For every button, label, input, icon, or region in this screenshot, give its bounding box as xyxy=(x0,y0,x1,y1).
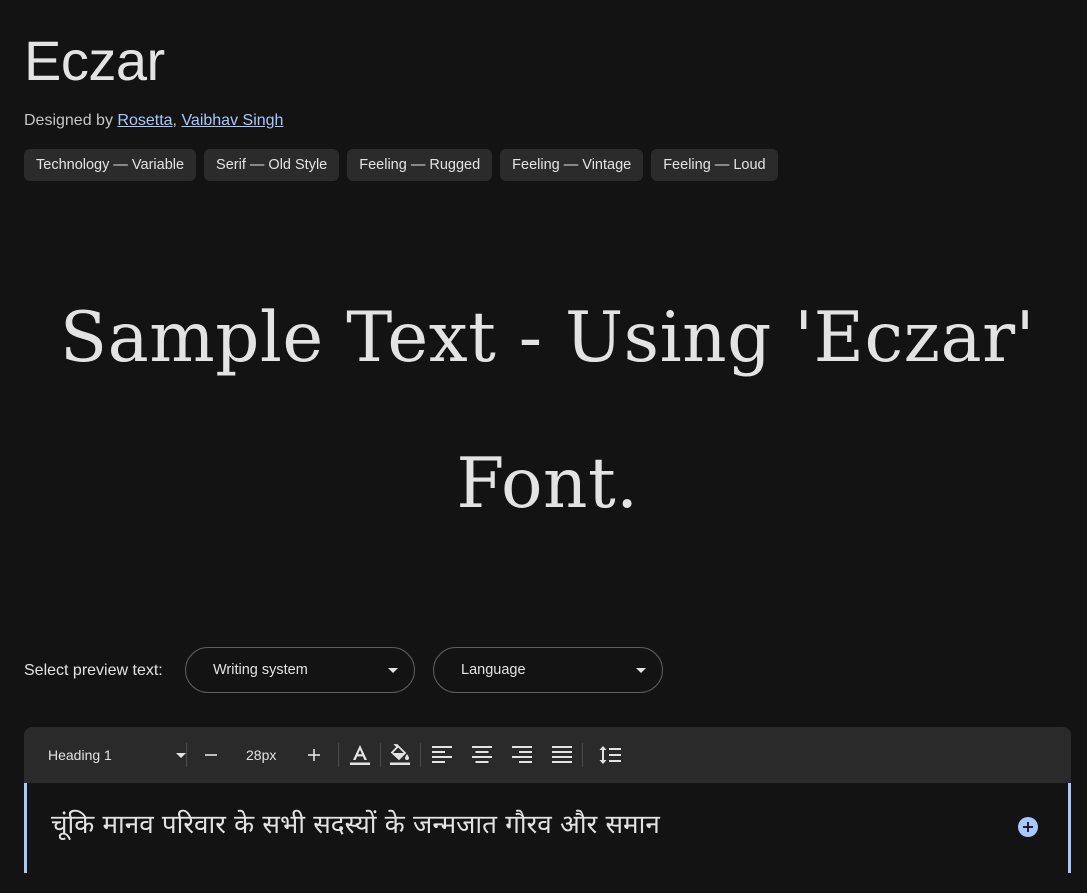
chevron-down-icon xyxy=(176,753,186,758)
toolbar-divider xyxy=(582,743,583,767)
font-size-value[interactable]: 28px xyxy=(246,745,276,765)
writing-system-select[interactable]: Writing system xyxy=(185,647,415,693)
sample-text-preview: Sample Text - Using 'Eczar' Font. xyxy=(59,298,1036,524)
designer-link-rosetta[interactable]: Rosetta xyxy=(117,112,172,129)
preview-text-editor[interactable]: चूंकि मानव परिवार के सभी सदस्यों के जन्म… xyxy=(24,783,1071,873)
toolbar-divider xyxy=(380,743,381,767)
add-preview-button[interactable] xyxy=(1018,817,1038,837)
designed-by-label: Designed by xyxy=(24,112,113,129)
plus-icon xyxy=(308,749,320,761)
align-center-icon xyxy=(472,746,492,763)
tag-technology-variable[interactable]: Technology — Variable xyxy=(24,149,197,181)
text-color-button[interactable] xyxy=(344,739,376,771)
minus-icon xyxy=(205,754,217,756)
increase-size-button[interactable] xyxy=(298,739,330,771)
tag-serif-old-style[interactable]: Serif — Old Style xyxy=(204,149,340,181)
toolbar-divider xyxy=(186,743,187,767)
plus-icon xyxy=(1023,822,1033,832)
editor-toolbar: Heading 1 28px xyxy=(24,727,1071,783)
preview-text-label: Select preview text: xyxy=(24,662,163,679)
text-color-icon xyxy=(350,745,370,765)
editor-preview-text[interactable]: चूंकि मानव परिवार के सभी सदस्यों के जन्म… xyxy=(51,807,660,843)
align-right-icon xyxy=(512,746,532,763)
align-left-button[interactable] xyxy=(426,739,458,771)
align-right-button[interactable] xyxy=(506,739,538,771)
highlight-color-icon xyxy=(390,744,410,765)
language-select[interactable]: Language xyxy=(433,647,663,693)
highlight-color-button[interactable] xyxy=(384,739,416,771)
text-style-label: Heading 1 xyxy=(48,747,112,763)
tag-feeling-loud[interactable]: Feeling — Loud xyxy=(651,149,778,181)
text-style-dropdown[interactable]: Heading 1 xyxy=(48,727,186,783)
decrease-size-button[interactable] xyxy=(195,739,227,771)
chevron-down-icon xyxy=(388,667,398,673)
align-center-button[interactable] xyxy=(466,739,498,771)
line-spacing-button[interactable] xyxy=(594,739,626,771)
writing-system-label: Writing system xyxy=(213,662,308,678)
font-detail-page: Eczar Designed by Rosetta, Vaibhav Singh… xyxy=(0,0,1087,893)
designer-link-vaibhav-singh[interactable]: Vaibhav Singh xyxy=(181,112,283,129)
line-spacing-icon xyxy=(599,746,621,764)
tag-feeling-rugged[interactable]: Feeling — Rugged xyxy=(347,149,493,181)
toolbar-divider xyxy=(338,743,339,767)
align-justify-icon xyxy=(552,746,572,763)
tag-list: Technology — Variable Serif — Old Style … xyxy=(24,149,778,181)
chevron-down-icon xyxy=(636,667,646,673)
align-left-icon xyxy=(432,746,452,763)
designer-credits: Designed by Rosetta, Vaibhav Singh xyxy=(24,111,283,131)
align-justify-button[interactable] xyxy=(546,739,578,771)
toolbar-divider xyxy=(420,743,421,767)
font-title: Eczar xyxy=(24,29,165,92)
language-label: Language xyxy=(461,662,526,678)
tag-feeling-vintage[interactable]: Feeling — Vintage xyxy=(500,149,644,181)
